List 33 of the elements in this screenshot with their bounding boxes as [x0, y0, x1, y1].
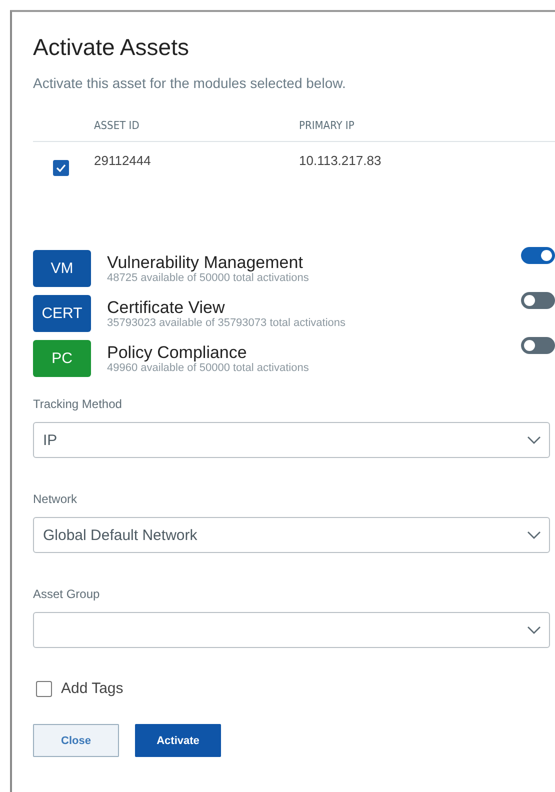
module-name: Policy Compliance: [107, 342, 248, 362]
field-label: Tracking Method: [33, 397, 123, 411]
dropdown-field[interactable]: [33, 612, 550, 648]
field-label: Asset Group: [33, 587, 101, 601]
module-toggle[interactable]: [521, 247, 555, 264]
chevron-down-icon: [527, 436, 541, 444]
dialog-subtitle: Activate this asset for the modules selected below.: [33, 75, 347, 91]
module-availability: 35793023 available of 35793073 total activations: [107, 316, 347, 328]
table-cell-text: 10.113.217.83: [299, 153, 382, 168]
module-availability: 48725 available of 50000 total activations: [107, 272, 310, 284]
chevron-down-icon: [527, 530, 541, 540]
dropdown-field[interactable]: IP: [33, 422, 550, 458]
module-name: Certificate View: [107, 298, 226, 316]
dialog-title: Activate Assets: [33, 34, 190, 61]
row-checkbox[interactable]: [53, 160, 69, 176]
module-toggle[interactable]: [521, 292, 555, 309]
module-badge: VM: [33, 250, 91, 286]
module-toggle[interactable]: [521, 337, 555, 354]
module-name: Vulnerability Management: [107, 252, 304, 272]
table-cell-text: 29112444: [94, 153, 152, 168]
column-header: PRIMARY IP: [299, 119, 356, 132]
dropdown-field[interactable]: Global Default Network: [33, 517, 550, 553]
module-badge: CERT: [33, 294, 91, 332]
checkbox-label: Add Tags: [61, 680, 124, 697]
chevron-down-icon: [527, 626, 541, 634]
module-badge: PC: [33, 340, 91, 376]
module-availability: 49960 available of 50000 total activations: [107, 362, 310, 374]
field-label: Network: [33, 492, 78, 506]
checkbox[interactable]: [36, 680, 52, 696]
check-icon: [56, 164, 66, 172]
activate-button[interactable]: Activate: [135, 724, 221, 757]
close-button[interactable]: Close: [33, 724, 119, 757]
column-header: ASSET ID: [94, 119, 140, 132]
